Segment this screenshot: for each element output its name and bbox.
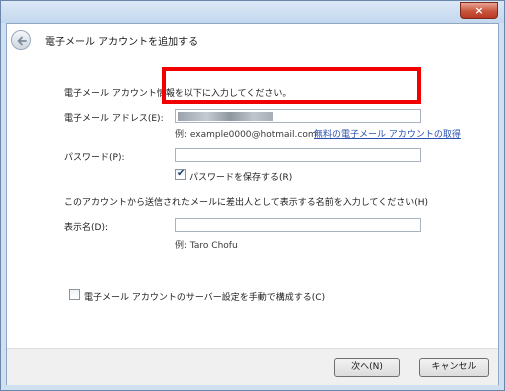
back-arrow-icon: [17, 36, 27, 46]
free-email-account-link[interactable]: 無料の電子メール アカウントの取得: [314, 127, 461, 140]
display-name-instruction: このアカウントから送信されたメールに差出人として表示する名前を入力してください(…: [64, 198, 428, 208]
display-name-example: 例: Taro Chofu: [175, 241, 238, 251]
cancel-button[interactable]: キャンセル: [419, 358, 489, 377]
manual-server-config-label: 電子メール アカウントのサーバー設定を手動で構成する(C): [84, 293, 326, 303]
close-button[interactable]: ×: [460, 2, 498, 19]
remember-password-checkbox[interactable]: [175, 168, 186, 180]
back-button[interactable]: [11, 30, 31, 50]
title-bar: ×: [1, 1, 504, 23]
button-bar: 次へ(N) キャンセル: [7, 348, 498, 385]
page-title: 電子メール アカウントを追加する: [45, 37, 199, 48]
email-field-highlight: [162, 67, 421, 104]
email-example: 例: example0000@hotmail.com: [175, 130, 317, 140]
remember-password-label: パスワードを保存する(R): [189, 173, 293, 183]
password-input[interactable]: [175, 148, 421, 162]
email-value-redacted: [178, 112, 273, 121]
email-label: 電子メール アドレス(E):: [64, 114, 164, 124]
manual-server-config-checkbox[interactable]: [69, 289, 80, 300]
display-name-label: 表示名(D):: [64, 223, 108, 233]
dialog-header: 電子メール アカウントを追加する: [7, 24, 498, 54]
display-name-input[interactable]: [175, 218, 421, 232]
email-input[interactable]: [175, 109, 421, 123]
next-button[interactable]: 次へ(N): [334, 358, 400, 377]
add-email-account-window: × 電子メール アカウントを追加する 電子メール アカウント情報を以下に入力して…: [0, 0, 505, 391]
password-label: パスワード(P):: [64, 153, 125, 163]
